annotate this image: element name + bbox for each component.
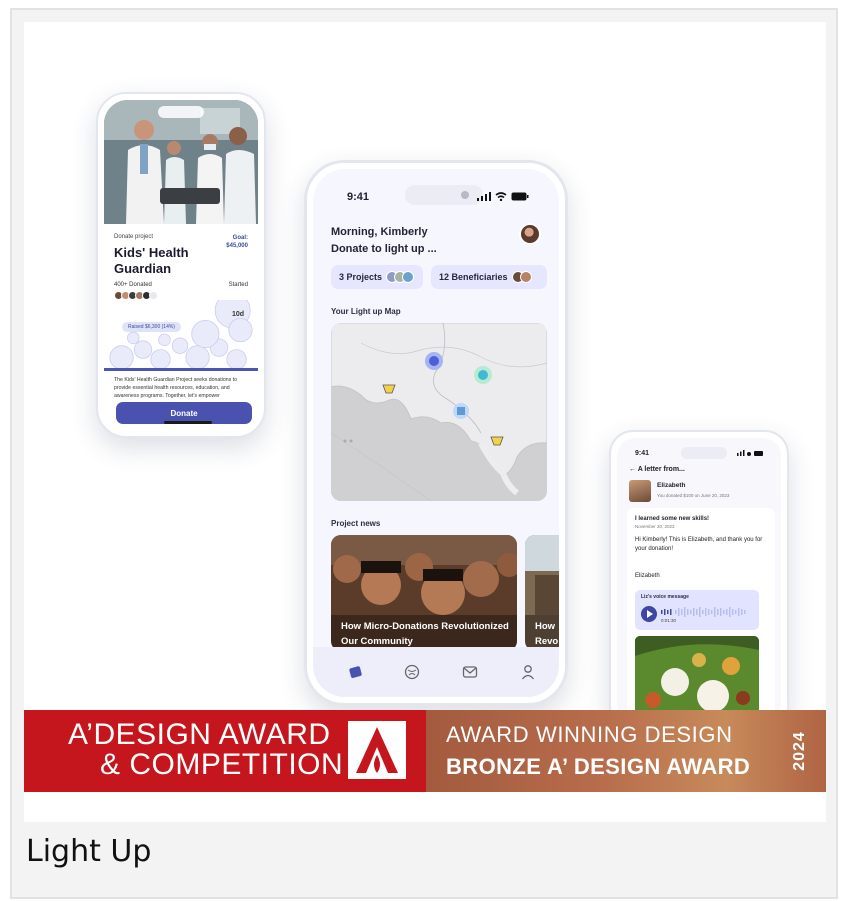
voice-label: Liz's voice message (641, 594, 689, 600)
sender-avatar (629, 480, 651, 502)
goal-value: $45,000 (226, 243, 248, 249)
status-icons (477, 192, 529, 201)
phone-screen: 9:41 Morning, Kimberly Donate to light u… (313, 169, 559, 697)
doctors-photo (104, 100, 258, 224)
back-arrow-icon[interactable]: ← (629, 466, 638, 473)
wifi-icon (495, 192, 507, 201)
a-design-logo-icon (348, 721, 406, 779)
donor-avatars (114, 291, 158, 300)
battery-icon (511, 192, 529, 201)
beneficiaries-chip[interactable]: 12 Beneficiaries (431, 265, 547, 289)
phone-project-detail: Donate project Goal: $45,000 Kids' Healt… (96, 92, 266, 438)
back-header[interactable]: ← A letter from... (629, 466, 685, 473)
food-photo (635, 636, 759, 720)
news-card[interactable]: How Revo (525, 535, 559, 651)
banner-right: AWARD WINNING DESIGN BRONZE A’ DESIGN AW… (426, 710, 826, 792)
chip-avatars (511, 271, 532, 283)
mail-icon[interactable] (461, 663, 479, 681)
camera-notch (158, 106, 204, 118)
status-glyphs (737, 450, 763, 456)
chip-avatars (386, 271, 415, 283)
banana-leaf-meal (635, 636, 759, 720)
letter-header-title: A letter from... (637, 466, 685, 473)
phone-home-map: 9:41 Morning, Kimberly Donate to light u… (304, 160, 568, 706)
status-icons (737, 450, 763, 458)
phone-letter: 9:41 ← A letter from... Elizabeth You do… (609, 430, 789, 730)
banner-left-line1: A’DESIGN AWARD (68, 718, 331, 751)
news-card[interactable]: How Micro-Donations Revolutionized Our C… (331, 535, 517, 651)
home-icon[interactable] (347, 663, 365, 681)
donation-note: You donated $100 on June 20, 2023 (657, 493, 730, 498)
news-title: Project news (331, 519, 381, 528)
avatar (402, 271, 415, 283)
phone-screen: Donate project Goal: $45,000 Kids' Healt… (104, 100, 258, 430)
goal-label: Goal: (232, 235, 248, 241)
started-label: Started (228, 282, 248, 288)
award-banner: A’DESIGN AWARD & COMPETITION AWARD WINNI… (24, 710, 826, 792)
image-frame: Donate project Goal: $45,000 Kids' Healt… (10, 8, 838, 899)
phone-screen: 9:41 ← A letter from... Elizabeth You do… (617, 438, 781, 722)
greeting: Morning, Kimberly Donate to light up ... (331, 224, 437, 258)
news-card-title: How Revo (535, 621, 559, 647)
letter-date: November 20, 2023 (635, 524, 675, 529)
sender-name: Elizabeth (657, 482, 686, 489)
donated-count: 400+ Donated (114, 282, 152, 288)
raised-amount: Raised $6,300 (14%) (122, 322, 181, 332)
projects-chip[interactable]: 3 Projects (331, 265, 423, 289)
profile-icon[interactable] (519, 663, 537, 681)
banner-right-line1: AWARD WINNING DESIGN (446, 722, 733, 747)
waveform (661, 607, 746, 617)
voice-message: Liz's voice message 0:01:30 (635, 590, 759, 630)
greeting-line2: Donate to light up ... (331, 243, 437, 255)
home-indicator (164, 421, 212, 424)
dynamic-island (405, 185, 483, 205)
map-terrain (331, 323, 547, 501)
banner-left: A’DESIGN AWARD & COMPETITION (24, 710, 426, 792)
map-title: Your Light up Map (331, 307, 401, 316)
dynamic-island (681, 447, 727, 459)
light-up-map[interactable] (331, 323, 547, 501)
project-title: Kids' Health Guardian (114, 245, 189, 276)
progress-bar (104, 368, 258, 371)
chip-label: 12 Beneficiaries (439, 272, 508, 282)
award-image: Donate project Goal: $45,000 Kids' Healt… (24, 22, 826, 822)
globe-icon[interactable] (403, 663, 421, 681)
letter-title: I learned some new skills! (635, 516, 710, 522)
doctors-illustration (104, 100, 258, 224)
banner-right-line2: BRONZE A’ DESIGN AWARD (446, 754, 751, 779)
project-description: The Kids' Health Guardian Project seeks … (114, 377, 237, 399)
more-avatars (149, 291, 158, 300)
letter-signature: Elizabeth (635, 573, 660, 579)
started-value: 10d (231, 311, 244, 318)
avatar (519, 271, 532, 283)
banner-left-line2: & COMPETITION (100, 748, 344, 781)
chip-label: 3 Projects (339, 272, 383, 282)
status-time: 9:41 (347, 191, 370, 203)
letter-card: I learned some new skills! November 20, … (627, 508, 775, 722)
image-caption: Light Up (26, 834, 152, 869)
camera-icon (461, 191, 469, 199)
profile-avatar[interactable] (519, 223, 541, 245)
goal-amount: Goal: $45,000 (226, 234, 248, 250)
play-icon[interactable] (641, 606, 657, 622)
bottom-tab-bar (313, 647, 559, 697)
signal-icon (477, 192, 491, 201)
status-time: 9:41 (635, 450, 650, 457)
greeting-line1: Morning, Kimberly (331, 226, 428, 238)
donate-project-label: Donate project (114, 234, 154, 240)
award-year: 2024 (791, 731, 809, 771)
news-card-title: How Micro-Donations Revolutionized Our C… (341, 621, 509, 647)
letter-body: Hi Kimberly! This is Elizabeth, and than… (635, 537, 763, 552)
voice-duration: 0:01:30 (661, 618, 677, 623)
